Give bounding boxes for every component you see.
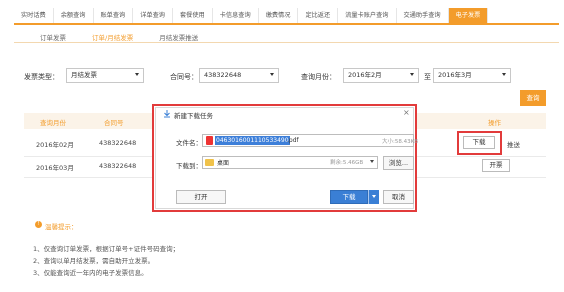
- th-action: 操作: [488, 119, 501, 127]
- nav-tab-detail[interactable]: 详单查询: [133, 8, 173, 23]
- cancel-button[interactable]: 取消: [383, 190, 414, 204]
- filename-selected-text: 0463016001110533490: [215, 136, 290, 145]
- month-to-value: 2016年3月: [438, 71, 472, 79]
- dialog-title: 新建下载任务: [174, 112, 213, 120]
- subtab-monthly-push[interactable]: 月结发票推送: [159, 32, 198, 42]
- month-to-select[interactable]: 2016年3月: [433, 68, 511, 83]
- month-label: 查询月份：: [301, 73, 336, 81]
- chevron-down-icon: [370, 160, 374, 163]
- folder-icon: [205, 159, 214, 166]
- month-from-value: 2016年2月: [348, 71, 382, 79]
- month-from-select[interactable]: 2016年2月: [343, 68, 419, 83]
- download-highlight: [457, 131, 502, 155]
- notice-line-2: 2、查询以单月结发票，需自助开立发票。: [33, 257, 155, 265]
- notice-title: 温馨提示：: [45, 223, 78, 231]
- chevron-down-icon: [410, 73, 414, 76]
- open-button[interactable]: 打开: [176, 190, 226, 204]
- notice-line-1: 1、仅查询订单发票，根据订单号+证件号码查询；: [33, 245, 180, 253]
- nav-tab-return[interactable]: 定比返还: [298, 8, 339, 23]
- chevron-down-icon: [502, 73, 506, 76]
- nav-tab-traffic[interactable]: 交通助手查询: [397, 8, 449, 23]
- row1-contract: 438322648: [99, 139, 137, 147]
- invoice-type-value: 月结发票: [71, 71, 97, 79]
- row1-month: 2016年02月: [36, 141, 74, 149]
- sub-tabs: 订单发票 订单/月结发票 月结发票推送: [40, 32, 198, 42]
- top-nav: 实时话费 余额查询 账单查询 详单查询 套餐使用 卡信息查询 缴费情况 定比返还…: [14, 8, 559, 25]
- row2-contract: 438322648: [99, 162, 137, 170]
- query-button[interactable]: 查询: [520, 90, 546, 106]
- download-to-label: 下载到：: [176, 162, 202, 170]
- nav-tab-realtime-fee[interactable]: 实时话费: [14, 8, 54, 23]
- download-button[interactable]: 下载: [330, 190, 368, 204]
- nav-tab-data-card[interactable]: 流量卡账户查询: [338, 8, 397, 23]
- row2-open-button[interactable]: 开票: [482, 159, 510, 172]
- nav-tab-balance[interactable]: 余额查询: [54, 8, 94, 23]
- subtab-divider: [14, 42, 559, 43]
- filename-label: 文件名：: [176, 139, 202, 147]
- invoice-type-label: 发票类型：: [24, 73, 59, 81]
- th-contract: 合同号: [104, 119, 124, 127]
- nav-tab-bill[interactable]: 账单查询: [94, 8, 134, 23]
- nav-tab-payment[interactable]: 缴费情况: [259, 8, 299, 23]
- contract-label: 合同号：: [170, 73, 198, 81]
- th-month: 查询月份: [40, 119, 66, 127]
- row1-push-link[interactable]: 推送: [507, 139, 520, 149]
- contract-select[interactable]: 438322648: [199, 68, 279, 83]
- nav-tab-card-info[interactable]: 卡信息查询: [213, 8, 259, 23]
- subtab-order-monthly-invoice[interactable]: 订单/月结发票: [92, 32, 133, 42]
- notice-line-3: 3、仅能查询近一年内的电子发票信息。: [33, 269, 148, 277]
- chevron-down-icon: [135, 73, 139, 76]
- download-path: 桌面: [217, 160, 230, 167]
- subtab-order-invoice[interactable]: 订单发票: [40, 32, 66, 42]
- browse-button[interactable]: 浏览...: [383, 156, 414, 170]
- download-options-toggle[interactable]: [368, 190, 379, 204]
- nav-tab-package[interactable]: 套餐使用: [173, 8, 213, 23]
- file-size: 大小:58.43KB: [382, 139, 418, 145]
- info-icon: !: [35, 221, 42, 228]
- row2-month: 2016年03月: [36, 164, 74, 172]
- to-label: 至: [424, 73, 431, 81]
- close-icon[interactable]: ×: [403, 108, 410, 117]
- chevron-down-icon: [270, 73, 274, 76]
- filename-extension: .pdf: [287, 137, 299, 144]
- contract-value: 438322648: [204, 71, 242, 79]
- free-space: 剩余:5.46GB: [330, 160, 364, 166]
- invoice-type-select[interactable]: 月结发票: [66, 68, 144, 83]
- nav-tab-e-invoice[interactable]: 电子发票: [448, 8, 489, 23]
- chevron-down-icon: [372, 195, 376, 198]
- pdf-icon: [206, 136, 213, 145]
- download-icon: [164, 110, 170, 118]
